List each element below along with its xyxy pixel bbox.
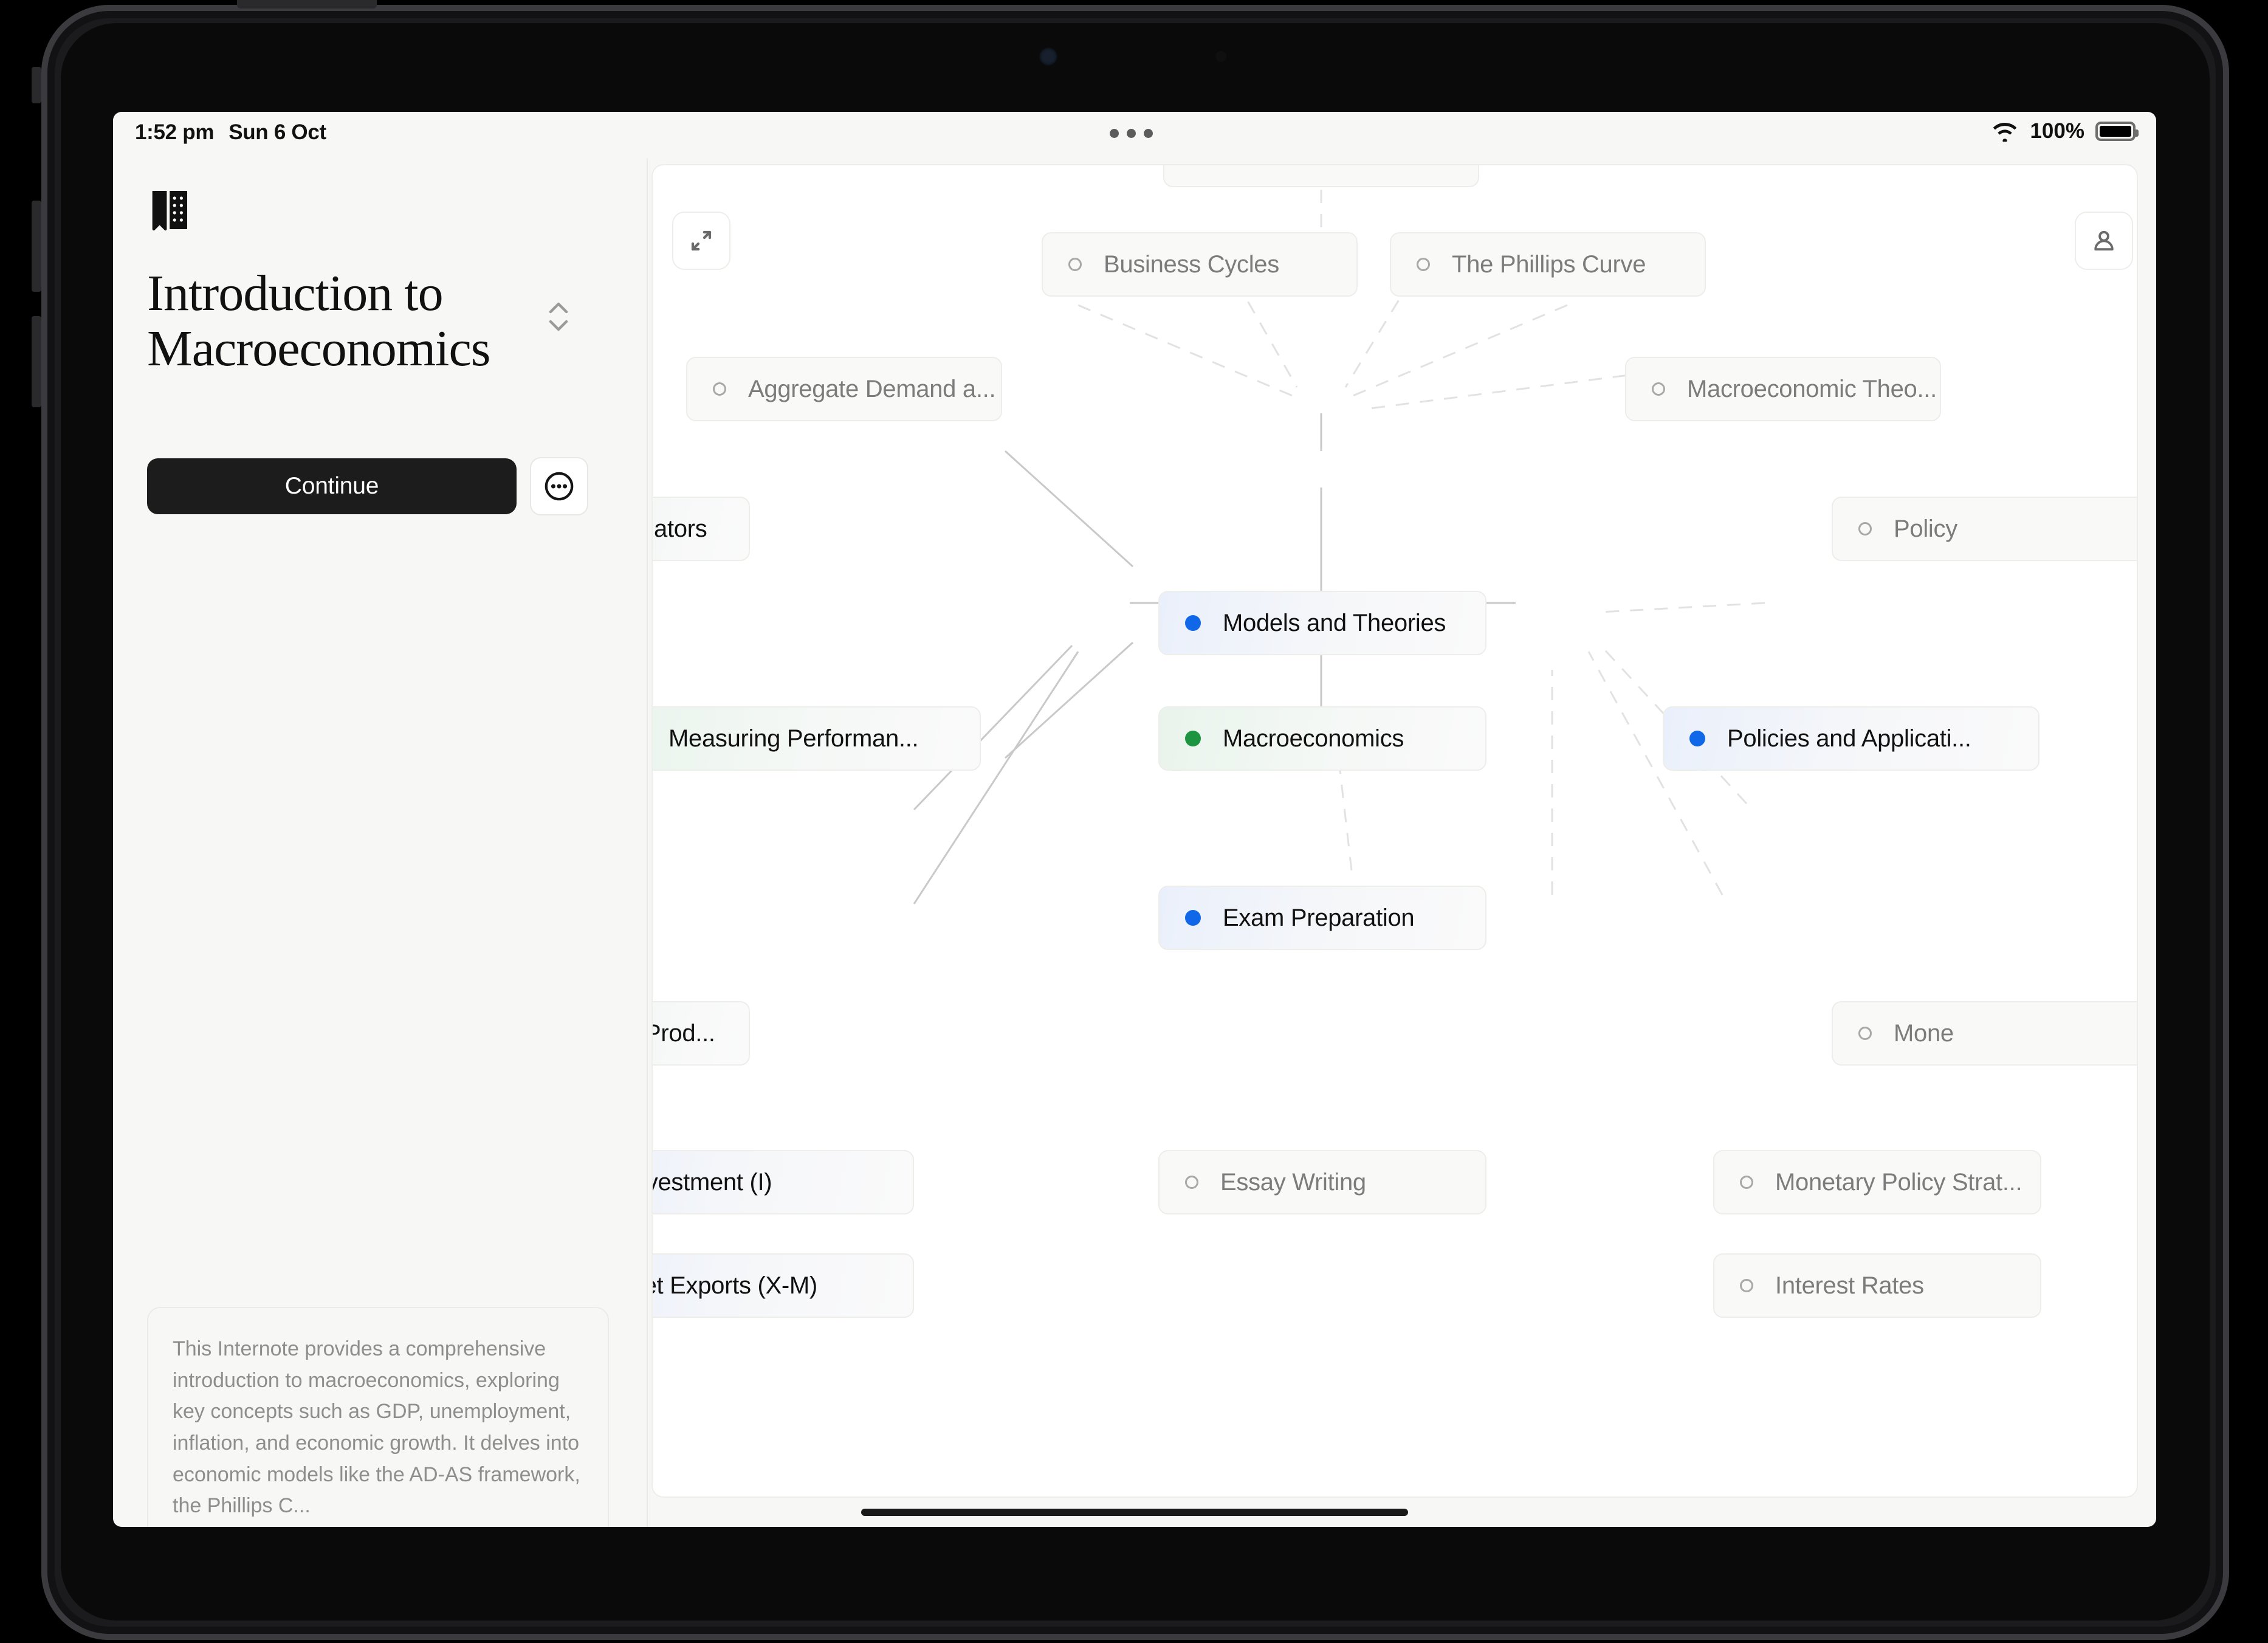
island-dot [1110,129,1119,138]
node-bullet-icon [1185,910,1201,926]
mindmap-node-production[interactable]: Prod... [653,1001,750,1066]
mindmap-node-interest-rates[interactable]: Interest Rates [1713,1253,2041,1318]
mindmap-node-business-cycles[interactable]: Business Cycles [1042,232,1358,297]
page-title: Introduction to Macroeconomics [147,265,490,377]
mindmap-node-partial-top[interactable] [1163,165,1479,187]
node-bullet-icon [1185,731,1201,746]
mindmap-node-policy[interactable]: Policy [1832,497,2137,561]
battery-full-icon [2095,122,2139,141]
continue-button[interactable]: Continue [147,458,517,514]
wifi-icon [1991,121,2019,142]
node-bullet-icon [1652,382,1665,396]
node-bullet-icon [1858,522,1872,536]
sidebar-actions: Continue [147,457,588,515]
mindmap-panel: Business Cycles The Phillips Curve Aggre… [648,158,2156,1527]
sensor-dot [1215,51,1226,62]
mindmap-canvas[interactable]: Business Cycles The Phillips Curve Aggre… [651,164,2138,1498]
node-bullet-icon [1417,258,1430,271]
app-content: Introduction to Macroeconomics Continue [113,158,2156,1527]
sidebar: Introduction to Macroeconomics Continue [113,158,648,1527]
front-camera [1039,47,1057,66]
mindmap-node-investment[interactable]: Investment (I) [653,1150,914,1214]
island-dot [1127,129,1136,138]
mindmap-node-macroeconomic-theories[interactable]: Macroeconomic Theo... [1625,357,1941,421]
island-dot [1144,129,1153,138]
status-bar: 1:52 pm Sun 6 Oct 100% [113,112,2156,158]
account-button[interactable] [2075,212,2133,270]
node-bullet-icon [1740,1279,1753,1292]
mindmap-node-policies-applications[interactable]: Policies and Applicati... [1663,706,2039,771]
node-bullet-icon [1185,615,1201,631]
node-bullet-icon [1858,1027,1872,1040]
more-options-button[interactable] [530,457,588,515]
side-button-1[interactable] [32,67,41,103]
node-bullet-icon [1740,1176,1753,1189]
status-date: Sun 6 Oct [229,120,326,144]
mindmap-viewport: Business Cycles The Phillips Curve Aggre… [653,165,2137,1497]
node-bullet-icon [1185,1176,1198,1189]
tablet-device: 1:52 pm Sun 6 Oct 100% Introduction to M… [0,0,2268,1643]
mindmap-node-net-exports[interactable]: Net Exports (X-M) [653,1253,914,1318]
mindmap-node-models-and-theories[interactable]: Models and Theories [1158,591,1486,655]
screen: 1:52 pm Sun 6 Oct 100% Introduction to M… [113,112,2156,1527]
node-bullet-icon [1068,258,1082,271]
note-description: This Internote provides a comprehensive … [147,1307,609,1527]
mindmap-node-exam-preparation[interactable]: Exam Preparation [1158,886,1486,950]
mindmap-node-money[interactable]: Mone [1832,1001,2137,1066]
note-title-row: Introduction to Macroeconomics [147,265,568,377]
open-book-icon [148,188,190,235]
person-icon [2090,227,2118,255]
node-bullet-icon [1689,731,1705,746]
mindmap-node-measuring-performance[interactable]: Measuring Performan... [653,706,981,771]
top-button[interactable] [237,0,377,9]
status-time: 1:52 pm [135,120,215,144]
expand-canvas-button[interactable] [672,212,730,270]
ellipsis-circle-icon [543,470,575,502]
volume-up-button[interactable] [32,201,41,292]
dynamic-island-dots [1110,129,1153,138]
node-bullet-icon [713,382,726,396]
mindmap-node-essay-writing[interactable]: Essay Writing [1158,1150,1486,1214]
mindmap-node-macroeconomics[interactable]: Macroeconomics [1158,706,1486,771]
status-bar-right: 100% [1991,119,2139,143]
mindmap-node-aggregate-demand[interactable]: Aggregate Demand a... [686,357,1002,421]
volume-down-button[interactable] [32,316,41,407]
status-bar-left: 1:52 pm Sun 6 Oct [135,120,326,145]
battery-percent: 100% [2030,119,2084,143]
mindmap-node-the-phillips-curve[interactable]: The Phillips Curve [1390,232,1706,297]
mindmap-node-indicators[interactable]: ators [653,497,750,561]
home-indicator[interactable] [861,1509,1408,1516]
mindmap-node-monetary-policy-strategies[interactable]: Monetary Policy Strat... [1713,1150,2041,1214]
chevron-up-down-icon[interactable] [545,295,572,338]
expand-arrows-icon [687,226,716,255]
